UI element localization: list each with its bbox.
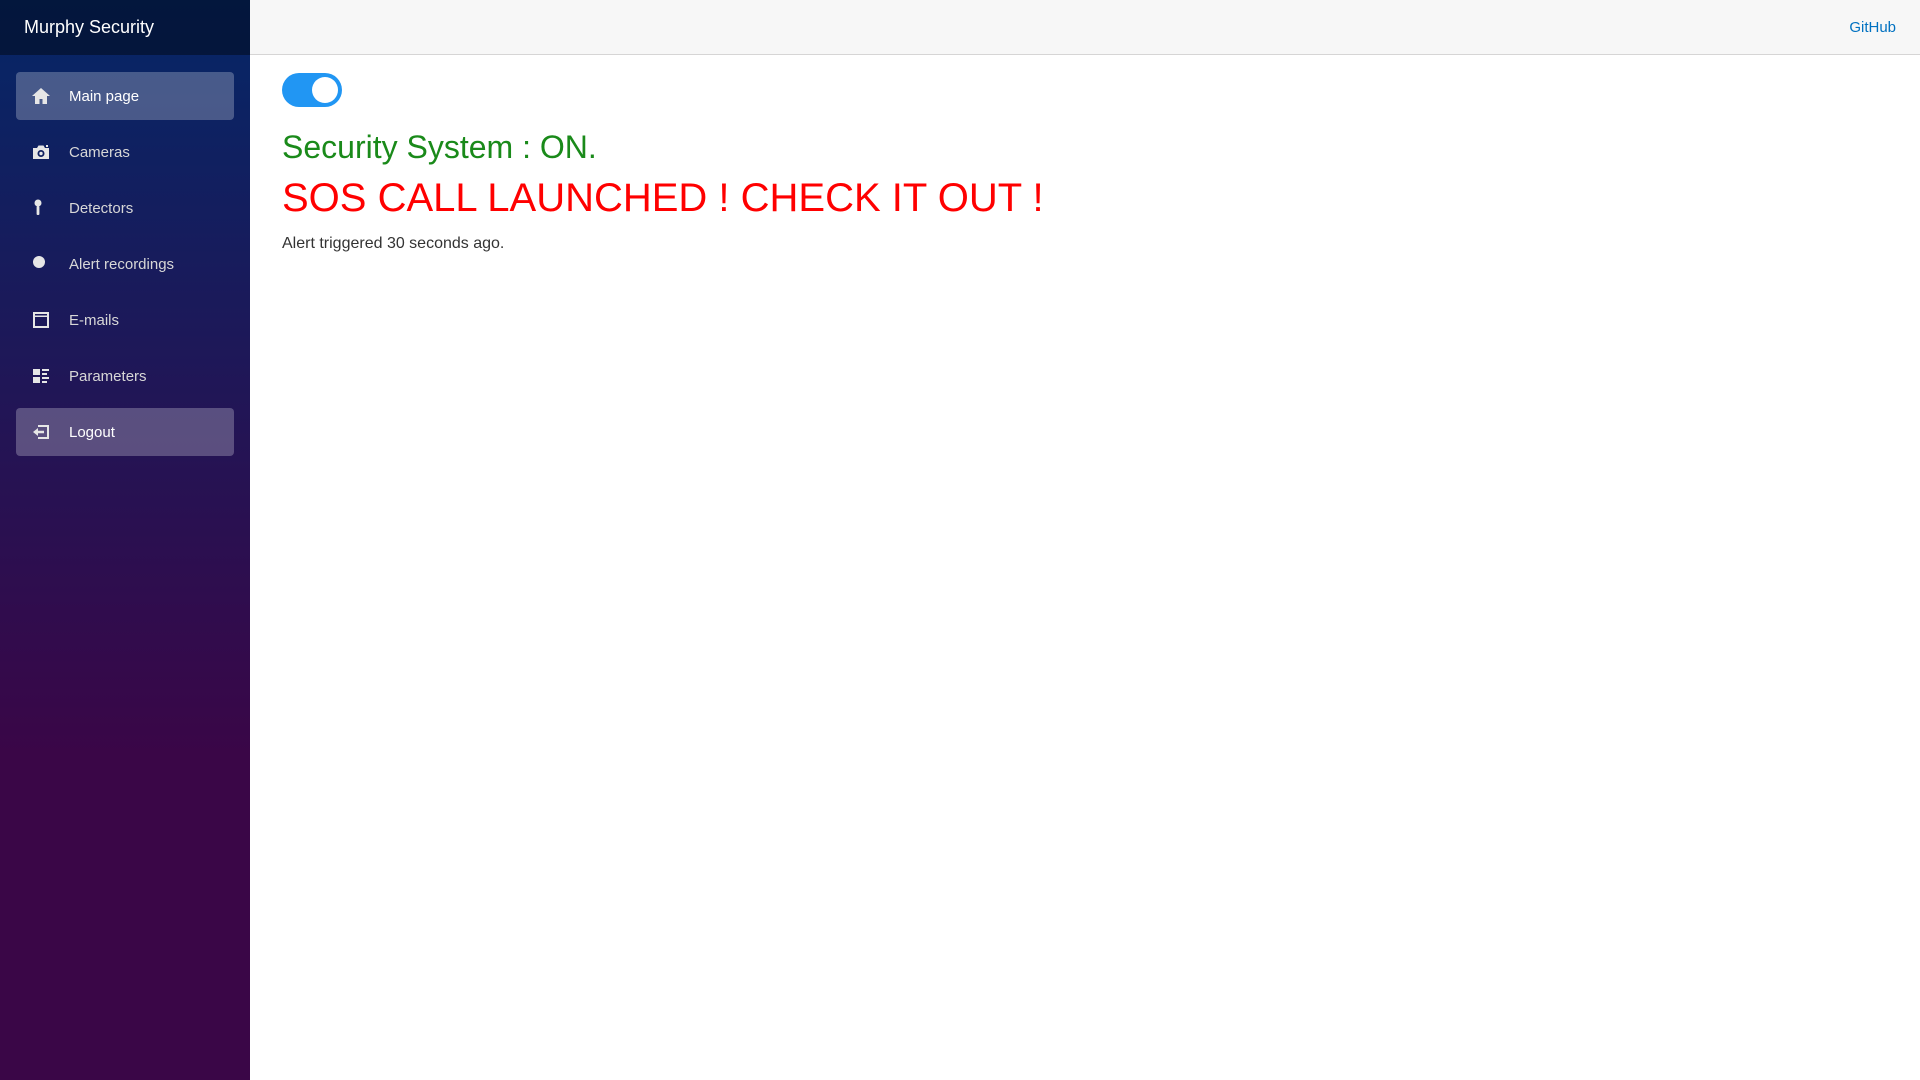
main-content: Security System : ON. SOS CALL LAUNCHED … (250, 55, 1920, 271)
brand-link[interactable]: Murphy Security (24, 17, 154, 38)
sidebar: Murphy Security Main page Cameras Detect… (0, 0, 250, 1080)
sidebar-item-logout[interactable]: Logout (16, 408, 234, 456)
sidebar-item-main-page[interactable]: Main page (16, 72, 234, 120)
sidebar-item-label: Main page (69, 87, 140, 105)
top-bar: GitHub (250, 0, 1920, 55)
sidebar-item-label: Parameters (69, 367, 147, 385)
sidebar-item-detectors[interactable]: Detectors (16, 184, 234, 232)
sidebar-item-label: Alert recordings (69, 255, 175, 273)
alert-timestamp: Alert triggered 30 seconds ago. (282, 235, 505, 252)
sidebar-item-parameters[interactable]: Parameters (16, 352, 234, 400)
brand-bar: Murphy Security (0, 0, 250, 55)
github-link[interactable]: GitHub (1849, 19, 1896, 36)
security-toggle[interactable] (282, 73, 342, 107)
detector-icon (31, 198, 51, 218)
camera-icon (31, 142, 51, 162)
sidebar-item-e-mails[interactable]: E-mails (16, 296, 234, 344)
home-icon (31, 86, 51, 106)
sidebar-item-label: Cameras (69, 143, 130, 161)
sos-alert-heading: SOS CALL LAUNCHED ! CHECK IT OUT ! (282, 176, 1044, 220)
sidebar-item-label: E-mails (69, 311, 120, 329)
sidebar-item-label: Detectors (69, 199, 134, 217)
record-icon (31, 254, 51, 274)
sidebar-nav: Main page Cameras Detectors Alert record… (0, 55, 250, 456)
logout-icon (31, 422, 51, 442)
sidebar-item-label: Logout (69, 423, 115, 441)
main-area: GitHub Security System : ON. SOS CALL LA… (250, 0, 1920, 1080)
parameters-icon (31, 366, 51, 386)
security-status: Security System : ON. (282, 129, 597, 165)
sidebar-item-cameras[interactable]: Cameras (16, 128, 234, 176)
email-icon (31, 310, 51, 330)
sidebar-item-alert-recordings[interactable]: Alert recordings (16, 240, 234, 288)
app-root: Murphy Security Main page Cameras Detect… (0, 0, 1920, 1080)
toggle-knob (312, 77, 338, 103)
